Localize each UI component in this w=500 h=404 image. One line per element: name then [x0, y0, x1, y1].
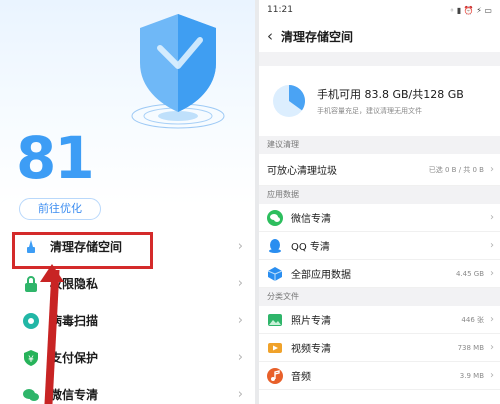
row-qq-clean[interactable]: QQ 专清 › — [259, 232, 500, 260]
chevron-right-icon: › — [237, 276, 243, 291]
row-all-app-data[interactable]: 全部应用数据 4.45 GB › — [259, 260, 500, 288]
audio-icon — [267, 367, 283, 384]
clean-storage-panel: 11:21 ◦ ▮ ⏰ ⚡ ▭ ‹ 清理存储空间 手机可用 83.8 GB/共1… — [259, 0, 500, 404]
chevron-right-icon: › — [490, 314, 494, 325]
menu-label: 微信专清 — [50, 388, 99, 402]
menu-label: 支付保护 — [50, 351, 99, 365]
status-icons: ◦ ▮ ⏰ ⚡ ▭ — [449, 5, 492, 15]
chevron-right-icon: › — [490, 268, 494, 279]
status-bar: 11:21 ◦ ▮ ⏰ ⚡ ▭ — [259, 0, 500, 20]
payment-shield-icon: ¥ — [22, 349, 40, 367]
chevron-right-icon: › — [237, 313, 243, 328]
shield-icon — [130, 8, 230, 129]
svg-text:¥: ¥ — [28, 355, 34, 365]
row-label: 微信专清 — [291, 214, 331, 225]
security-score: 81 — [16, 124, 95, 192]
row-label: 照片专清 — [291, 316, 331, 327]
chevron-right-icon: › — [490, 370, 494, 381]
chevron-right-icon: › — [237, 350, 243, 365]
lock-icon — [22, 275, 40, 293]
row-value: 3.9 MB — [459, 371, 484, 380]
chevron-right-icon: › — [237, 239, 243, 254]
annotation-highlight-box — [12, 232, 153, 269]
wechat-icon — [267, 209, 283, 226]
section-header-files: 分类文件 — [259, 288, 500, 306]
storage-pie-chart — [273, 85, 305, 117]
video-icon — [267, 339, 283, 356]
row-photos[interactable]: 照片专清 446 张 › — [259, 306, 500, 334]
divider — [259, 52, 500, 66]
menu-item-payment-protection[interactable]: ¥ 支付保护 › — [0, 339, 255, 376]
security-home-panel: 81 前往优化 清理存储空间 › 权限隐私 › 病毒扫描 › ¥ 支付保护 › … — [0, 0, 255, 404]
chevron-right-icon: › — [490, 240, 494, 251]
row-label: 音频 — [291, 372, 311, 383]
photo-icon — [267, 311, 283, 328]
row-label: 视频专清 — [291, 344, 331, 355]
title-bar: ‹ 清理存储空间 — [259, 20, 500, 52]
row-wechat-clean[interactable]: 微信专清 › — [259, 204, 500, 232]
qq-icon — [267, 237, 283, 254]
storage-advice-text: 手机容量充足，建议清理无用文件 — [317, 107, 422, 115]
row-label: 可放心清理垃圾 — [267, 166, 337, 177]
chevron-right-icon: › — [237, 387, 243, 402]
row-label: 全部应用数据 — [291, 270, 351, 281]
page-title: 清理存储空间 — [281, 29, 354, 44]
row-value: 4.45 GB — [455, 269, 484, 278]
row-videos[interactable]: 视频专清 738 MB › — [259, 334, 500, 362]
optimize-button[interactable]: 前往优化 — [19, 198, 101, 220]
storage-available-text: 手机可用 83.8 GB/共128 GB — [317, 88, 464, 101]
row-value: 446 张 — [461, 315, 484, 324]
storage-summary: 手机可用 83.8 GB/共128 GB 手机容量充足，建议清理无用文件 — [259, 66, 500, 136]
row-value: 已选 0 B / 共 0 B — [428, 165, 484, 174]
row-label: QQ 专清 — [291, 242, 330, 253]
menu-item-virus-scan[interactable]: 病毒扫描 › — [0, 302, 255, 339]
chevron-right-icon: › — [490, 164, 494, 175]
menu-item-wechat-clean[interactable]: 微信专清 › — [0, 376, 255, 404]
row-safe-clean[interactable]: 可放心清理垃圾 已选 0 B / 共 0 B › — [259, 154, 500, 186]
annotation-arrow-head — [40, 264, 64, 282]
section-header-app-data: 应用数据 — [259, 186, 500, 204]
chevron-right-icon: › — [490, 212, 494, 223]
menu-label: 病毒扫描 — [50, 314, 99, 328]
menu-item-permissions[interactable]: 权限隐私 › — [0, 265, 255, 302]
row-audio[interactable]: 音频 3.9 MB › — [259, 362, 500, 390]
virus-scan-icon — [22, 312, 40, 330]
screenshot-frame: 81 前往优化 清理存储空间 › 权限隐私 › 病毒扫描 › ¥ 支付保护 › … — [0, 0, 500, 404]
wechat-icon — [22, 386, 40, 404]
status-time: 11:21 — [267, 5, 293, 15]
chevron-right-icon: › — [490, 342, 494, 353]
back-arrow-icon[interactable]: ‹ — [267, 27, 273, 45]
section-header-suggest: 建议清理 — [259, 136, 500, 154]
cube-icon — [267, 265, 283, 282]
row-value: 738 MB — [457, 343, 484, 352]
